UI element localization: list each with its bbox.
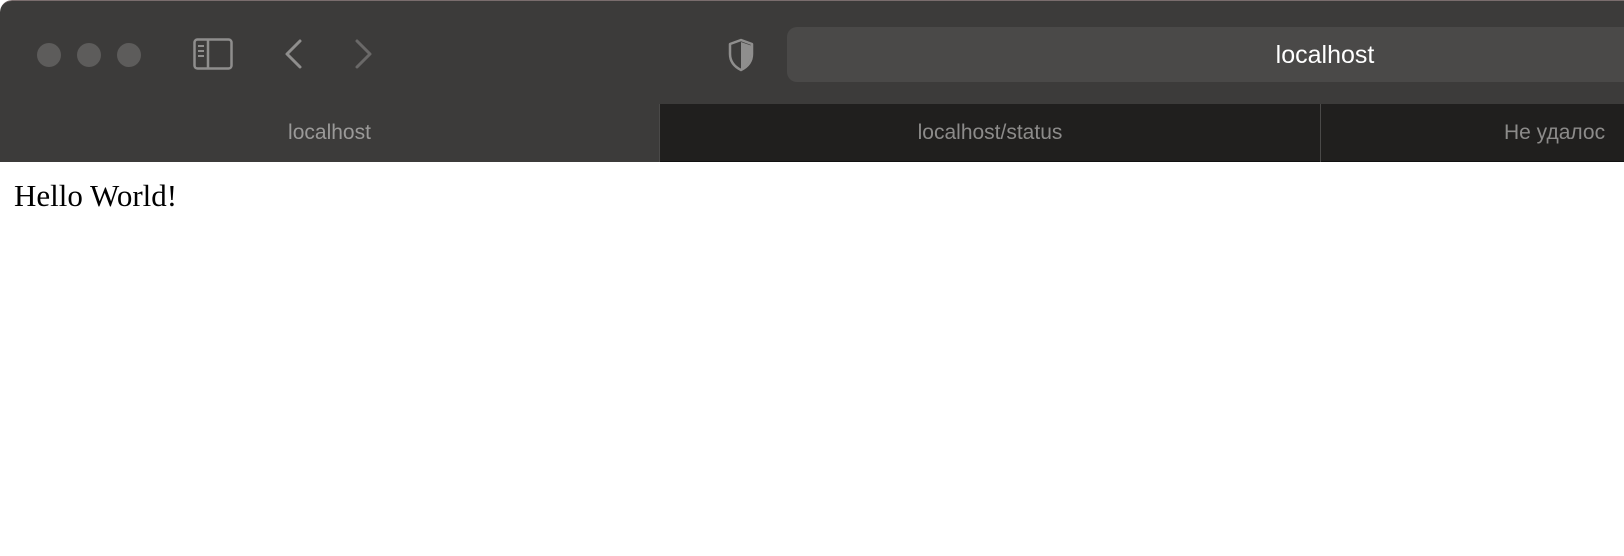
forward-button[interactable] [349,37,377,71]
tab-label: Не удалос [1504,121,1606,144]
page-content: Hello World! [0,162,1624,556]
sidebar-icon [193,38,233,70]
back-button[interactable] [280,37,308,71]
browser-window: localhost localhost localhost/status Не … [0,0,1624,556]
tab-error[interactable]: Не удалос [1321,104,1624,162]
chevron-right-icon [355,39,372,69]
tab-label: localhost/status [917,121,1063,144]
minimize-window-button[interactable] [77,43,101,67]
chevron-left-icon [285,39,302,69]
toolbar: localhost [0,0,1624,104]
tab-label: localhost [288,121,371,144]
tab-bar: localhost localhost/status Не удалос [0,104,1624,162]
tab-localhost-status[interactable]: localhost/status [660,104,1320,162]
address-bar[interactable] [787,27,1624,82]
shield-icon [728,38,754,72]
page-body-text: Hello World! [14,178,178,213]
address-text: localhost [1275,41,1375,69]
close-window-button[interactable] [37,43,61,67]
tab-localhost[interactable]: localhost [0,104,659,162]
sidebar-toggle-button[interactable] [192,37,234,71]
privacy-report-button[interactable] [726,37,756,73]
zoom-window-button[interactable] [117,43,141,67]
